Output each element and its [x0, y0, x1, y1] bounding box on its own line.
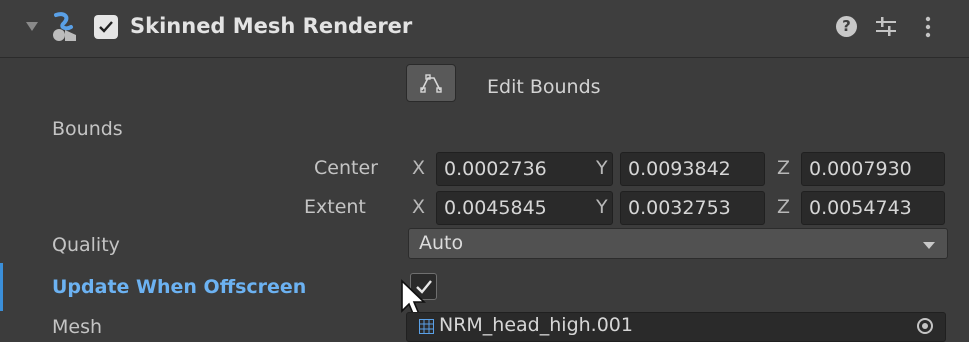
dropdown-arrow-icon: [923, 242, 935, 249]
presets-sliders-icon[interactable]: [872, 13, 900, 41]
extent-y-field[interactable]: 0.0032753: [620, 191, 765, 225]
kebab-menu-icon[interactable]: [914, 13, 942, 41]
center-z-axis-label[interactable]: Z: [777, 157, 790, 179]
extent-label: Extent: [304, 196, 366, 218]
center-x-field[interactable]: 0.0002736: [436, 152, 613, 186]
center-x-axis-label[interactable]: X: [412, 157, 425, 179]
edit-bounds-button[interactable]: [406, 64, 456, 102]
extent-x-field[interactable]: 0.0045845: [436, 191, 613, 225]
center-z-field[interactable]: 0.0007930: [801, 152, 945, 186]
extent-z-field[interactable]: 0.0054743: [801, 191, 945, 225]
component-title: Skinned Mesh Renderer: [130, 14, 413, 38]
update-when-offscreen-label: Update When Offscreen: [52, 276, 307, 298]
component-enabled-checkbox[interactable]: [94, 15, 118, 39]
edit-bounds-label: Edit Bounds: [487, 76, 601, 98]
extent-z-axis-label[interactable]: Z: [777, 196, 790, 218]
mesh-grid-icon: [419, 319, 434, 334]
mesh-object-field[interactable]: NRM_head_high.001: [406, 312, 946, 342]
quality-label: Quality: [52, 234, 120, 256]
center-label: Center: [314, 157, 378, 179]
bounds-label: Bounds: [52, 118, 123, 140]
modified-indicator-bar: [0, 263, 3, 311]
mesh-label: Mesh: [52, 316, 103, 338]
object-picker-icon[interactable]: [917, 318, 933, 334]
quality-dropdown[interactable]: Auto: [408, 228, 948, 259]
extent-y-axis-label[interactable]: Y: [596, 196, 608, 218]
checkmark-icon: [99, 21, 113, 33]
foldout-triangle-icon[interactable]: [26, 22, 38, 31]
mesh-value: NRM_head_high.001: [439, 314, 633, 336]
edit-bounds-icon: [420, 74, 442, 93]
component-header: Skinned Mesh Renderer ?: [0, 0, 969, 58]
skinned-mesh-renderer-icon: [53, 12, 76, 41]
quality-value: Auto: [419, 232, 464, 254]
center-y-axis-label[interactable]: Y: [596, 157, 608, 179]
help-icon[interactable]: ?: [832, 13, 860, 41]
extent-x-axis-label[interactable]: X: [412, 196, 425, 218]
center-y-field[interactable]: 0.0093842: [620, 152, 765, 186]
